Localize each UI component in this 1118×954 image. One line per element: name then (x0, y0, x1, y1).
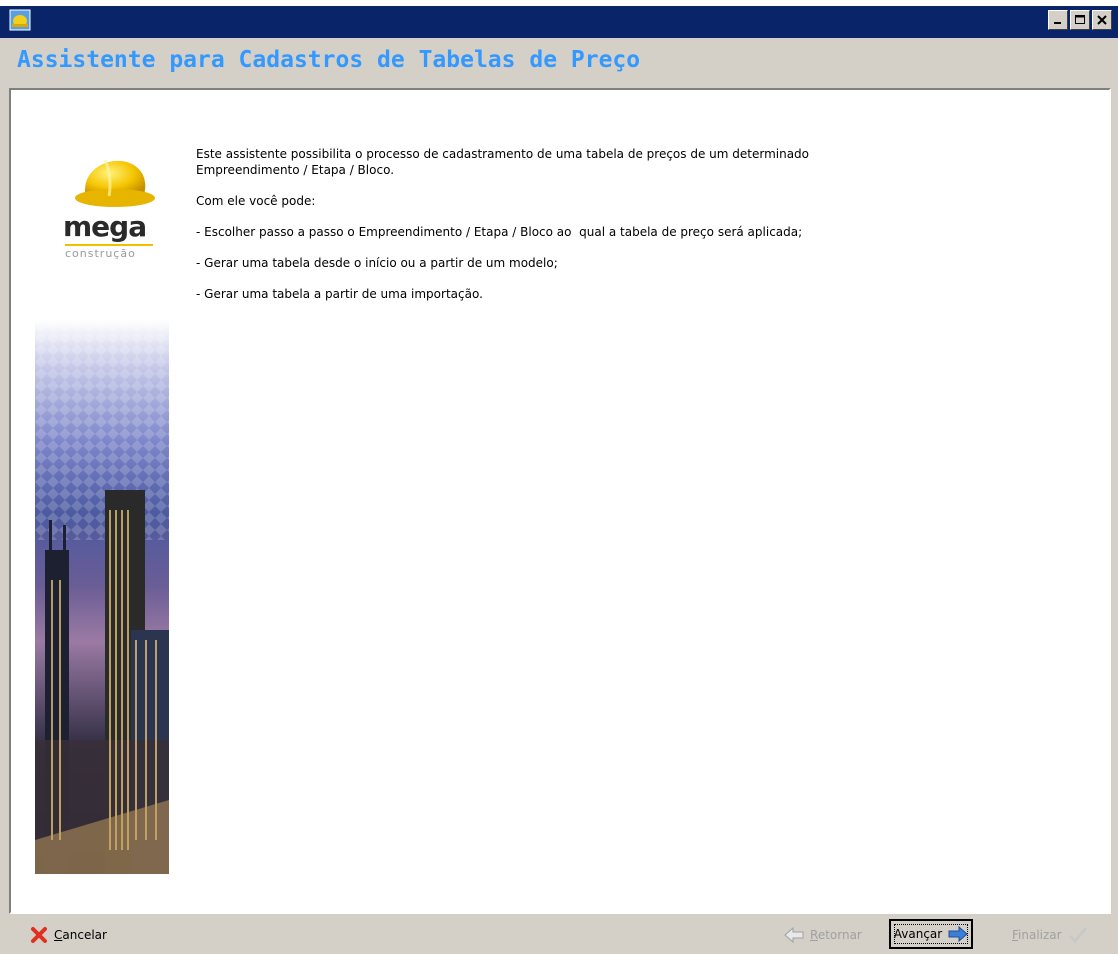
wizard-content-panel: mega construção Este assistente possibil… (9, 88, 1111, 914)
finish-label: Finalizar (1012, 928, 1062, 942)
wizard-header: Assistente para Cadastros de Tabelas de … (0, 38, 1118, 84)
feature-item: - Gerar uma tabela a partir de uma impor… (196, 287, 483, 301)
logo-brand: mega (63, 210, 147, 243)
city-skyline-image (35, 320, 169, 874)
window-controls (1048, 10, 1112, 30)
window-titlebar (0, 0, 1118, 38)
next-button[interactable]: Avançar (889, 919, 973, 949)
focus-rect (894, 924, 968, 944)
logo-accent (65, 244, 153, 246)
window-title (0, 0, 1118, 6)
arrow-left-icon (784, 927, 804, 943)
app-helmet-icon[interactable] (9, 9, 31, 31)
cancel-label: Cancelar (54, 928, 107, 942)
back-button[interactable]: Retornar (780, 921, 866, 949)
cancel-x-icon (31, 927, 47, 943)
finish-button[interactable]: Finalizar (1008, 921, 1092, 949)
intro-paragraph: Este assistente possibilita o processo d… (196, 147, 810, 177)
logo-subtitle: construção (65, 247, 136, 260)
close-icon[interactable] (1092, 10, 1112, 30)
feature-item: - Escolher passo a passo o Empreendiment… (196, 225, 803, 239)
cancel-button[interactable]: Cancelar (26, 921, 111, 949)
minimize-icon[interactable] (1048, 10, 1068, 30)
wizard-footer: Cancelar Retornar Avançar Finalizar (0, 916, 1118, 954)
wizard-description: Este assistente possibilita o processo d… (196, 146, 896, 317)
feature-item: - Gerar uma tabela desde o início ou a p… (196, 256, 558, 270)
maximize-icon[interactable] (1070, 10, 1090, 30)
checkmark-icon (1068, 927, 1087, 944)
lead-in-paragraph: Com ele você pode: (196, 194, 316, 208)
wizard-title: Assistente para Cadastros de Tabelas de … (17, 47, 641, 73)
skyline-illustration (35, 320, 169, 874)
mega-construcao-logo: mega construção (35, 130, 171, 270)
back-label: Retornar (810, 928, 862, 942)
side-panel: mega construção (35, 130, 171, 874)
